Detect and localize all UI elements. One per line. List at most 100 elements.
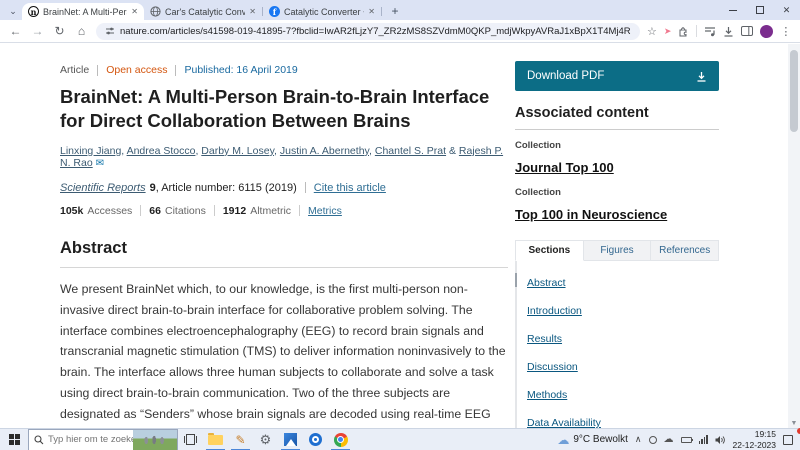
browser-window: ⌄ n BrainNet: A Multi-Person Brain-to-Br… xyxy=(0,0,800,450)
action-center-icon[interactable] xyxy=(783,434,793,445)
weather-condition: Bewolkt xyxy=(592,434,628,445)
pen-icon: ✎ xyxy=(235,432,246,447)
collection-kicker: Collection xyxy=(515,140,561,151)
url-text: nature.com/articles/s41598-019-41895-7?f… xyxy=(120,25,631,37)
tab-brainnet[interactable]: n BrainNet: A Multi-Person Brain-to-Brai… xyxy=(22,3,144,20)
tab-facebook-crop[interactable]: f Catalytic Converter + Crop Prot ✕ xyxy=(263,3,381,20)
downloads-icon[interactable] xyxy=(723,26,734,37)
onedrive-cloud-icon[interactable]: ☁ xyxy=(664,434,674,445)
section-link-methods: Methods xyxy=(527,389,568,401)
tab-figures[interactable]: Figures xyxy=(583,240,652,261)
window-controls: ✕ xyxy=(719,0,800,20)
sidebar-tabs: Sections Figures References xyxy=(515,240,720,261)
extensions-puzzle-icon[interactable] xyxy=(678,26,689,37)
close-tab-icon[interactable]: ✕ xyxy=(131,7,138,16)
collection-link-journal-top-100[interactable]: Journal Top 100 xyxy=(515,160,614,175)
section-link-abstract: Abstract xyxy=(515,273,719,301)
globe-icon xyxy=(150,6,161,17)
tab-search-button[interactable]: ⌄ xyxy=(4,4,22,18)
system-tray: ☁ 9°C Bewolkt ∧ ☁ 19:15 22-12-2023 xyxy=(557,428,800,450)
tray-app-icon[interactable] xyxy=(648,435,657,444)
tab-sections[interactable]: Sections xyxy=(515,240,584,261)
windows-logo-icon xyxy=(8,434,20,445)
volume-icon[interactable] xyxy=(715,435,726,445)
weather-widget[interactable]: ☁ 9°C Bewolkt xyxy=(557,428,800,447)
pinned-extension-icon[interactable]: ➤ xyxy=(664,26,672,37)
back-button[interactable]: ← xyxy=(8,24,23,38)
metrics-row: 105k Accesses 66 Citations 1912 Altmetri… xyxy=(60,205,508,217)
search-icon xyxy=(34,434,44,445)
open-access-link[interactable]: Open access xyxy=(106,64,167,76)
site-settings-icon[interactable] xyxy=(105,26,115,36)
chrome-icon xyxy=(333,432,348,447)
close-icon: ✕ xyxy=(782,4,791,15)
email-icon[interactable]: ✉ xyxy=(96,158,104,169)
weather-temp: 9°C xyxy=(573,434,591,445)
search-input[interactable] xyxy=(48,434,134,445)
author-list: Linxing Jiang, Andrea Stocco, Darby M. L… xyxy=(60,145,508,169)
metrics-link[interactable]: Metrics xyxy=(308,205,342,217)
tab-title: BrainNet: A Multi-Person Brain-to-Brain … xyxy=(43,6,127,17)
section-link-discussion: Discussion xyxy=(527,361,578,373)
download-pdf-button[interactable]: Download PDF xyxy=(515,61,719,91)
section-link-introduction: Introduction xyxy=(527,305,582,317)
bookmark-star-icon[interactable]: ☆ xyxy=(647,25,657,38)
citations-value: 66 xyxy=(149,204,161,217)
close-window-button[interactable]: ✕ xyxy=(773,0,800,20)
taskbar-clock[interactable]: 19:15 22-12-2023 xyxy=(733,429,776,450)
settings-button[interactable]: ⚙ xyxy=(253,429,278,450)
tray-chevron-icon[interactable]: ∧ xyxy=(635,434,642,445)
chrome-button[interactable] xyxy=(328,429,353,450)
maximize-button[interactable] xyxy=(746,0,773,20)
home-button[interactable]: ⌂ xyxy=(74,24,89,38)
close-tab-icon[interactable]: ✕ xyxy=(249,7,256,16)
snip-sketch-button[interactable]: ✎ xyxy=(228,429,253,450)
menu-dots-icon[interactable]: ⋮ xyxy=(780,25,791,38)
scrollbar-thumb[interactable] xyxy=(790,50,798,132)
windows-taskbar: ✎ ⚙ ☁ 9°C Bewolkt ∧ ☁ 19:15 22-12-2023 xyxy=(0,428,800,450)
collection-kicker: Collection xyxy=(515,187,561,198)
section-link-data-availability: Data Availability xyxy=(527,417,601,428)
taskbar-search[interactable] xyxy=(28,428,178,450)
blue-circle-app-button[interactable] xyxy=(303,429,328,450)
toolbar-divider xyxy=(696,25,698,37)
tab-catalytic-converter[interactable]: Car's Catalytic Converter Produ ✕ xyxy=(144,3,262,20)
file-explorer-button[interactable] xyxy=(203,429,228,450)
accesses-value: 105k xyxy=(60,204,84,217)
network-signal-icon[interactable] xyxy=(698,435,708,444)
forward-button[interactable]: → xyxy=(30,24,45,38)
tab-references[interactable]: References xyxy=(651,240,720,261)
profile-avatar[interactable] xyxy=(760,24,774,38)
search-highlight-image[interactable] xyxy=(133,429,177,450)
task-view-button[interactable] xyxy=(178,429,203,450)
collection-link-top-100-neuroscience[interactable]: Top 100 in Neuroscience xyxy=(515,207,667,222)
article-type-label: Article xyxy=(60,64,90,76)
start-button[interactable] xyxy=(0,429,28,450)
altmetric-label: Altmetric xyxy=(250,204,292,217)
section-link-results: Results xyxy=(527,333,563,345)
minimize-icon xyxy=(728,9,737,11)
page-scrollbar[interactable]: ▼ xyxy=(788,44,800,428)
address-bar[interactable]: nature.com/articles/s41598-019-41895-7?f… xyxy=(96,22,640,40)
cite-article-link[interactable]: Cite this article xyxy=(314,182,386,194)
journal-link[interactable]: Scientific Reports xyxy=(60,182,146,194)
close-tab-icon[interactable]: ✕ xyxy=(368,7,375,16)
journal-line: Scientific Reports 9 , Article number: 6… xyxy=(60,182,508,194)
reload-button[interactable]: ↻ xyxy=(52,24,67,38)
author: Chantel S. Prat & xyxy=(374,144,459,157)
chevron-down-icon: ⌄ xyxy=(9,6,17,16)
media-controls-icon[interactable] xyxy=(704,26,716,37)
article-number: , Article number: 6115 (2019) xyxy=(155,181,297,194)
abstract-text: We present BrainNet which, to our knowle… xyxy=(60,281,506,422)
article-sidebar: Download PDF Associated content Collecti… xyxy=(515,61,720,428)
altmetric-value: 1912 xyxy=(222,204,247,217)
photos-button[interactable] xyxy=(278,429,303,450)
author: Darby M. Losey, xyxy=(201,144,280,157)
side-panel-icon[interactable] xyxy=(741,26,754,36)
battery-icon[interactable] xyxy=(680,436,693,443)
minimize-button[interactable] xyxy=(719,0,746,20)
scroll-down-arrow[interactable]: ▼ xyxy=(788,420,800,427)
article-meta: Article Open access Published: 16 April … xyxy=(60,64,508,76)
author: Justin A. Abernethy, xyxy=(279,144,375,157)
new-tab-button[interactable]: + xyxy=(386,3,404,19)
